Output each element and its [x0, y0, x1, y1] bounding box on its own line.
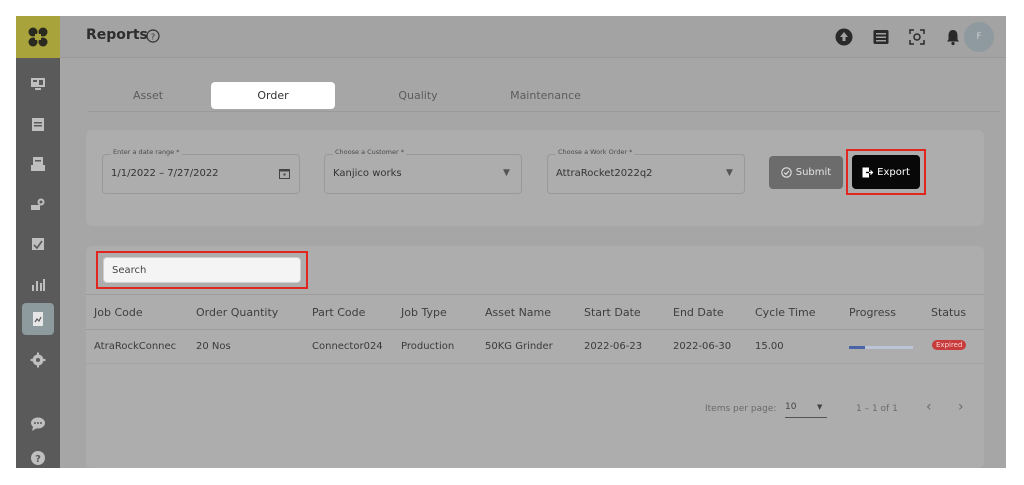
items-per-page-value: 10 — [785, 402, 797, 412]
sidebar-item-analytics[interactable] — [22, 268, 54, 300]
info-help-icon[interactable]: ? — [146, 28, 160, 47]
sidebar-item-dashboard[interactable] — [22, 68, 54, 100]
cell-end-date: 2022-06-30 — [673, 341, 732, 352]
col-job-type[interactable]: Job Type — [401, 306, 447, 319]
col-part-code[interactable]: Part Code — [312, 306, 365, 319]
col-start-date[interactable]: Start Date — [584, 306, 641, 319]
col-cycle-time[interactable]: Cycle Time — [755, 306, 815, 319]
cell-job-type: Production — [401, 341, 455, 352]
sidebar: ? — [16, 16, 60, 468]
table-header: Job Code Order Quantity Part Code Job Ty… — [86, 294, 984, 330]
date-range-label: Enter a date range * — [111, 148, 182, 156]
col-status[interactable]: Status — [931, 306, 966, 319]
checklist-icon — [32, 238, 44, 250]
main-content: Asset Order Quality Maintenance Enter a … — [60, 58, 1006, 468]
calendar-icon[interactable] — [279, 168, 290, 182]
tab-order[interactable]: Order — [211, 82, 335, 109]
export-label: Export — [877, 166, 910, 178]
chevron-down-icon: ▼ — [503, 168, 510, 178]
bell-icon[interactable] — [942, 26, 964, 48]
export-icon — [862, 167, 874, 177]
col-order-quantity[interactable]: Order Quantity — [196, 306, 278, 319]
monitor-icon — [31, 78, 45, 90]
export-highlight: Export — [846, 149, 926, 195]
pagination-range: 1 – 1 of 1 — [856, 404, 898, 414]
chevron-down-icon: ▼ — [817, 403, 823, 411]
sidebar-item-maintenance[interactable] — [22, 188, 54, 220]
col-asset-name[interactable]: Asset Name — [485, 306, 551, 319]
status-badge: Expired — [932, 340, 967, 350]
sidebar-item-orders[interactable] — [22, 148, 54, 180]
customer-value: Kanjico works — [333, 168, 402, 179]
tab-asset[interactable]: Asset — [88, 82, 208, 109]
svg-text:?: ? — [35, 454, 41, 465]
app-window: ? Reports ? F Asset Order Quality Mainte… — [16, 16, 1006, 468]
chat-icon — [31, 417, 45, 431]
sidebar-item-reports[interactable] — [22, 303, 54, 335]
cell-start-date: 2022-06-23 — [584, 341, 643, 352]
items-per-page-select[interactable]: 10 ▼ — [785, 400, 827, 418]
question-icon: ? — [31, 451, 45, 465]
page-title: Reports — [86, 27, 148, 43]
logo-icon — [28, 27, 48, 47]
scan-icon[interactable] — [906, 26, 928, 48]
prev-page-icon[interactable]: ‹ — [926, 399, 932, 415]
cell-asset-name: 50KG Grinder — [485, 341, 553, 352]
date-range-field[interactable]: Enter a date range * 1/1/2022 – 7/27/202… — [102, 148, 300, 194]
work-order-select[interactable]: Choose a Work Order * AttraRocket2022q2 … — [547, 148, 745, 194]
upload-icon[interactable] — [833, 26, 855, 48]
submit-label: Submit — [795, 167, 832, 178]
progress-bar — [849, 346, 913, 349]
col-end-date[interactable]: End Date — [673, 306, 724, 319]
app-logo[interactable] — [16, 16, 60, 58]
bar-chart-icon — [32, 279, 45, 291]
col-job-code[interactable]: Job Code — [94, 306, 143, 319]
submit-button[interactable]: Submit — [769, 156, 843, 189]
date-range-value: 1/1/2022 – 7/27/2022 — [111, 168, 219, 179]
chevron-down-icon: ▼ — [726, 168, 733, 178]
search-input[interactable] — [103, 257, 301, 283]
customer-label: Choose a Customer * — [333, 148, 407, 156]
header-bar: Reports ? F — [60, 16, 1006, 58]
sidebar-item-help[interactable]: ? — [22, 442, 54, 468]
report-tabs: Asset Order Quality Maintenance — [88, 82, 1000, 112]
calendar-icon — [32, 118, 44, 131]
sidebar-item-chat[interactable] — [22, 408, 54, 440]
sidebar-item-quality[interactable] — [22, 228, 54, 260]
cell-job-code: AtraRockConnec — [94, 341, 177, 352]
sidebar-item-settings[interactable] — [22, 344, 54, 376]
wrench-icon — [31, 198, 45, 210]
cell-order-quantity: 20 Nos — [196, 341, 231, 352]
customer-select[interactable]: Choose a Customer * Kanjico works ▼ — [324, 148, 522, 194]
work-order-value: AttraRocket2022q2 — [556, 168, 653, 179]
tab-maintenance[interactable]: Maintenance — [478, 82, 613, 109]
sidebar-item-calendar[interactable] — [22, 108, 54, 140]
tab-quality[interactable]: Quality — [358, 82, 478, 109]
cell-cycle-time: 15.00 — [755, 341, 784, 352]
filter-panel: Enter a date range * 1/1/2022 – 7/27/202… — [86, 130, 984, 226]
next-page-icon[interactable]: › — [958, 399, 964, 415]
items-per-page-label: Items per page: — [705, 404, 777, 414]
export-button[interactable]: Export — [852, 155, 920, 189]
avatar-initial: F — [976, 32, 982, 42]
clipboard-icon — [31, 157, 45, 171]
work-order-label: Choose a Work Order * — [556, 148, 635, 156]
cell-part-code: Connector024 — [312, 341, 383, 352]
progress-fill — [849, 346, 865, 349]
check-circle-icon — [781, 167, 792, 178]
list-panel-icon[interactable] — [870, 26, 892, 48]
gear-icon — [30, 352, 46, 368]
search-highlight — [96, 251, 308, 289]
report-icon — [33, 312, 43, 326]
svg-text:?: ? — [151, 33, 155, 42]
orders-table-card: Job Code Order Quantity Part Code Job Ty… — [86, 246, 984, 468]
col-progress[interactable]: Progress — [849, 306, 896, 319]
table-row[interactable]: AtraRockConnec 20 Nos Connector024 Produ… — [86, 330, 984, 364]
user-avatar[interactable]: F — [964, 22, 994, 52]
